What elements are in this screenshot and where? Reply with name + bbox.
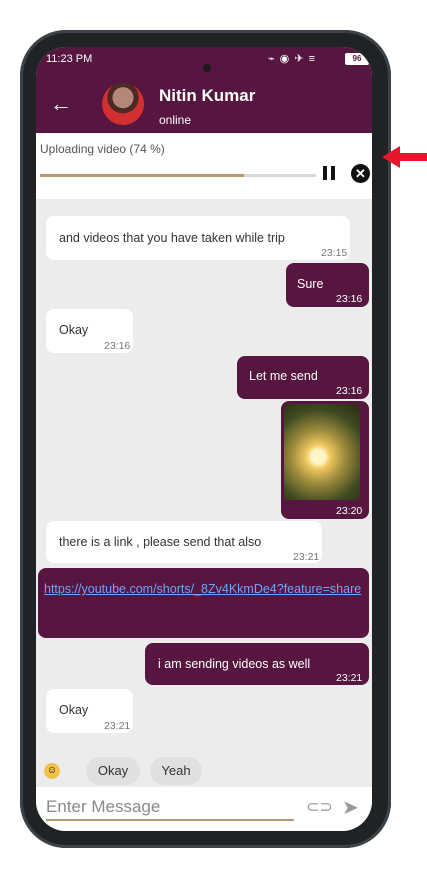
message-text: i am sending videos as well (158, 657, 311, 671)
message-text: Sure (297, 277, 324, 291)
status-icons: ⌁ ◉ ✈ ≡ (268, 53, 317, 65)
message-bubble-incoming[interactable]: there is a link , please send that also … (46, 521, 322, 563)
message-text: Let me send (249, 369, 318, 383)
message-bubble-link[interactable]: https://youtube.com/shorts/_8Zv4KkmDe4?f… (38, 568, 369, 638)
avatar[interactable] (102, 83, 144, 125)
quick-replies: ☺ Okay Yeah (36, 757, 372, 787)
close-icon[interactable]: ✕ (351, 164, 370, 183)
message-time: 23:21 (336, 672, 363, 684)
chat-screen: 11:23 PM ⌁ ◉ ✈ ≡ 96 ← Nitin Kumar online… (36, 47, 372, 831)
battery-icon: 96 (345, 53, 369, 65)
message-time: 23:16 (336, 385, 363, 397)
upload-banner: Uploading video (74 %) ✕ (36, 133, 372, 199)
chat-header: 11:23 PM ⌁ ◉ ✈ ≡ 96 ← Nitin Kumar online (36, 47, 372, 133)
message-bubble-incoming[interactable]: and videos that you have taken while tri… (46, 216, 350, 260)
upload-status-text: Uploading video (74 %) (40, 142, 165, 156)
pause-icon[interactable] (322, 166, 336, 180)
message-time: 23:15 (321, 247, 348, 259)
message-text: Okay (59, 323, 89, 337)
arrow-left-icon[interactable]: ← (50, 93, 72, 115)
message-bubble-outgoing[interactable]: Sure 23:16 (286, 263, 369, 307)
status-time: 11:23 PM (46, 53, 93, 65)
message-link[interactable]: https://youtube.com/shorts/_8Zv4KkmDe4?f… (44, 581, 366, 597)
message-list: and videos that you have taken while tri… (36, 199, 372, 759)
message-bubble-outgoing[interactable]: Let me send 23:16 (237, 356, 369, 399)
upload-progress-bar (40, 174, 316, 177)
message-input[interactable] (46, 795, 294, 821)
contact-status: online (159, 113, 192, 127)
shared-image-thumbnail[interactable] (284, 404, 360, 500)
message-time: 23:21 (293, 551, 320, 563)
upload-progress-fill (40, 174, 245, 177)
send-icon[interactable]: ➤ (342, 795, 359, 820)
message-text: there is a link , please send that also (59, 535, 262, 549)
message-bubble-incoming[interactable]: Okay 23:21 (46, 689, 133, 733)
quick-reply-chip[interactable]: Okay (86, 757, 140, 785)
message-time: 23:21 (104, 720, 131, 732)
camera-icon (203, 64, 211, 72)
message-text: and videos that you have taken while tri… (59, 231, 285, 245)
message-bubble-image[interactable]: 23:20 (281, 401, 369, 519)
message-time: 23:16 (104, 340, 131, 352)
message-text: Okay (59, 703, 89, 717)
emoji-icon[interactable]: ☺ (44, 763, 60, 779)
message-composer: ⊂⊃ ➤ (36, 787, 372, 831)
attachment-icon[interactable]: ⊂⊃ (306, 797, 333, 817)
message-bubble-outgoing[interactable]: i am sending videos as well 23:21 (145, 643, 369, 685)
quick-reply-chip[interactable]: Yeah (150, 757, 202, 785)
message-bubble-incoming[interactable]: Okay 23:16 (46, 309, 133, 353)
contact-name[interactable]: Nitin Kumar (159, 86, 255, 106)
message-time: 23:20 (336, 505, 363, 517)
message-time: 23:16 (336, 293, 363, 305)
annotation-arrow-icon (382, 146, 427, 168)
